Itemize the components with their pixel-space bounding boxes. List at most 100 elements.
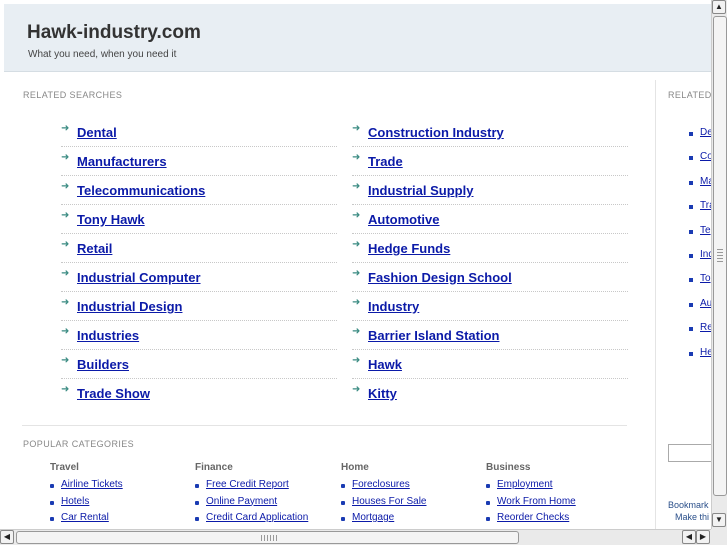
related-search-link[interactable]: Industrial Supply — [368, 183, 473, 198]
bullet-icon — [50, 517, 54, 521]
related-search-link[interactable]: Tony Hawk — [77, 212, 145, 227]
bullet-icon — [486, 500, 490, 505]
category-link[interactable]: Online Payment — [206, 496, 277, 507]
category-item: Mortgage — [341, 512, 481, 529]
arrow-right-icon: ➜ — [61, 384, 70, 395]
right-related-link[interactable]: Te — [700, 225, 711, 236]
category-item: Free Credit Report — [195, 479, 335, 496]
arrow-right-icon: ➜ — [61, 152, 70, 163]
category-link[interactable]: Car Rental — [61, 512, 109, 523]
category-link[interactable]: Employment — [497, 479, 553, 490]
bookmark-link[interactable]: Bookmark — [668, 500, 709, 510]
category-link[interactable]: Hotels — [61, 496, 89, 507]
grip-icon — [261, 535, 277, 541]
right-related-link[interactable]: He — [700, 347, 711, 358]
bullet-icon — [689, 351, 693, 356]
related-search-link[interactable]: Dental — [77, 125, 117, 140]
arrow-right-icon: ➜ — [352, 210, 361, 221]
horizontal-scrollbar[interactable]: ◀ ◀ ▶ — [0, 529, 711, 545]
vertical-scroll-thumb[interactable] — [713, 16, 727, 496]
related-search-link[interactable]: Industrial Computer — [77, 270, 201, 285]
category-link[interactable]: Work From Home — [497, 496, 576, 507]
right-related-link[interactable]: Tra — [700, 200, 711, 211]
related-search-link[interactable]: Construction Industry — [368, 125, 504, 140]
related-search-link[interactable]: Industrial Design — [77, 299, 182, 314]
right-search-input[interactable] — [668, 444, 711, 462]
related-search-link[interactable]: Hedge Funds — [368, 241, 450, 256]
right-related-link[interactable]: Au — [700, 298, 711, 309]
scroll-right-icon[interactable]: ▶ — [696, 530, 710, 544]
related-search-item: ➜ Industrial Supply — [352, 176, 628, 205]
related-search-item: ➜ Industry — [352, 292, 628, 321]
related-search-link[interactable]: Trade Show — [77, 386, 150, 401]
arrow-right-icon: ➜ — [61, 268, 70, 279]
related-search-item: ➜ Barrier Island Station — [352, 321, 628, 350]
bullet-icon — [50, 500, 54, 505]
related-search-link[interactable]: Trade — [368, 154, 403, 169]
right-related-link[interactable]: Co — [700, 151, 711, 162]
related-search-link[interactable]: Industry — [368, 299, 419, 314]
scroll-down-icon[interactable]: ▼ — [712, 513, 726, 527]
bullet-icon — [195, 517, 199, 521]
scroll-up-icon[interactable]: ▲ — [712, 0, 726, 14]
right-related-link[interactable]: Ind — [700, 249, 711, 260]
related-search-link[interactable]: Industries — [77, 328, 139, 343]
category-link[interactable]: Credit Card Application — [206, 512, 308, 523]
related-search-link[interactable]: Fashion Design School — [368, 270, 512, 285]
scrollbar-corner — [711, 529, 727, 545]
category-item: Houses For Sale — [341, 496, 481, 513]
bullet-icon — [689, 180, 693, 185]
related-search-link[interactable]: Barrier Island Station — [368, 328, 499, 343]
related-search-link[interactable]: Retail — [77, 241, 112, 256]
bullet-icon — [689, 205, 693, 210]
bullet-icon — [50, 484, 54, 488]
bullet-icon — [689, 229, 693, 234]
category-link[interactable]: Houses For Sale — [352, 496, 426, 507]
category-link[interactable]: Reorder Checks — [497, 512, 569, 523]
category-heading: Finance — [195, 462, 233, 473]
category-heading: Home — [341, 462, 369, 473]
related-search-link[interactable]: Builders — [77, 357, 129, 372]
arrow-right-icon: ➜ — [61, 326, 70, 337]
related-search-item: ➜ Hedge Funds — [352, 234, 628, 263]
category-item: Employment — [486, 479, 626, 496]
category-column: Finance Free Credit Report Online Payment C… — [195, 462, 335, 529]
right-related-label: RELATED — [668, 90, 711, 100]
right-related-link[interactable]: To — [700, 273, 711, 284]
bullet-icon — [341, 517, 345, 521]
related-search-item: ➜ Manufacturers — [61, 147, 337, 176]
browser-viewport: Hawk-industry.com What you need, when yo… — [0, 0, 711, 529]
scroll-left-icon[interactable]: ◀ — [682, 530, 696, 544]
bullet-icon — [486, 517, 490, 521]
bullet-icon — [486, 484, 490, 488]
related-search-item: ➜ Dental — [61, 118, 337, 147]
scroll-left-icon[interactable]: ◀ — [0, 530, 14, 544]
right-related-link[interactable]: Ma — [700, 176, 711, 187]
make-homepage-link[interactable]: Make thi — [675, 512, 709, 522]
right-related-link[interactable]: Re — [700, 322, 711, 333]
bullet-icon — [689, 302, 693, 307]
arrow-right-icon: ➜ — [352, 181, 361, 192]
category-link[interactable]: Airline Tickets — [61, 479, 123, 490]
related-search-link[interactable]: Telecommunications — [77, 183, 205, 198]
category-item: Online Payment — [195, 496, 335, 513]
right-related-link[interactable]: De — [700, 127, 711, 138]
bullet-icon — [689, 254, 693, 258]
vertical-scrollbar[interactable]: ▲ ▼ — [711, 0, 727, 529]
arrow-right-icon: ➜ — [61, 239, 70, 250]
category-link[interactable]: Foreclosures — [352, 479, 410, 490]
related-search-item: ➜ Industries — [61, 321, 337, 350]
category-column: Business Employment Work From Home Reorder … — [486, 462, 626, 529]
horizontal-scroll-thumb[interactable] — [16, 531, 519, 544]
category-link[interactable]: Free Credit Report — [206, 479, 289, 490]
related-search-item: ➜ Industrial Computer — [61, 263, 337, 292]
related-search-link[interactable]: Kitty — [368, 386, 397, 401]
arrow-right-icon: ➜ — [352, 297, 361, 308]
category-link[interactable]: Mortgage — [352, 512, 394, 523]
related-search-item: ➜ Kitty — [352, 379, 628, 408]
related-search-link[interactable]: Hawk — [368, 357, 402, 372]
related-search-item: ➜ Trade Show — [61, 379, 337, 408]
related-search-link[interactable]: Automotive — [368, 212, 440, 227]
arrow-right-icon: ➜ — [61, 355, 70, 366]
related-search-link[interactable]: Manufacturers — [77, 154, 167, 169]
